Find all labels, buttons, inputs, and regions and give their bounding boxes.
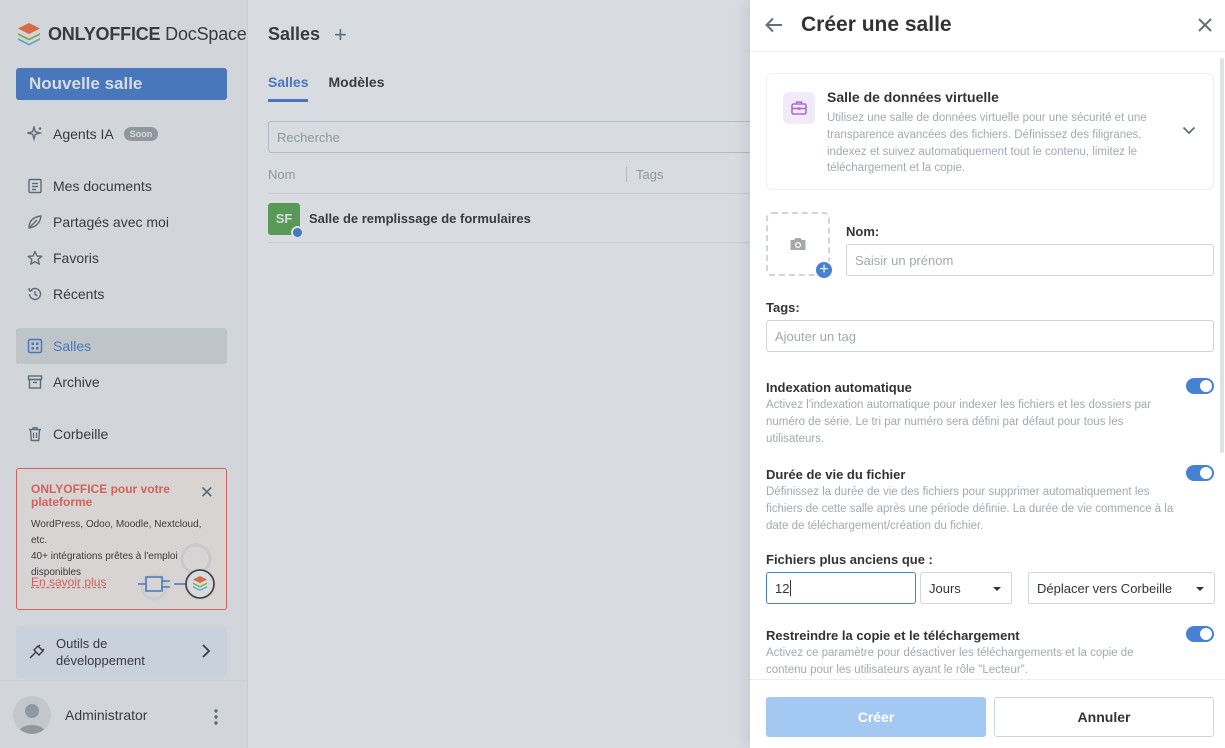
caret-down-icon [993, 587, 1001, 591]
room-type-selector[interactable]: Salle de données virtuelle Utilisez une … [766, 73, 1214, 190]
name-label: Nom: [846, 224, 880, 239]
panel-header: Créer une salle [750, 0, 1225, 52]
room-name-input[interactable]: Saisir un prénom [846, 244, 1214, 276]
room-type-title: Salle de données virtuelle [827, 89, 999, 105]
close-icon[interactable] [1197, 17, 1213, 33]
restrict-copy-description: Activez ce paramètre pour désactiver les… [766, 647, 1134, 676]
lifetime-value-input[interactable]: 12 [766, 572, 916, 604]
arrow-left-icon[interactable] [764, 15, 784, 35]
scrollbar[interactable] [1220, 58, 1224, 453]
panel-footer: Créer Annuler [750, 679, 1225, 748]
room-type-description: Utilisez une salle de données virtuelle … [827, 112, 1147, 175]
auto-index-title: Indexation automatique [766, 380, 912, 395]
camera-icon [790, 238, 806, 250]
auto-index-toggle[interactable] [1186, 378, 1214, 394]
add-logo-icon[interactable]: + [814, 260, 834, 280]
file-lifetime-title: Durée de vie du fichier [766, 467, 906, 482]
tags-label: Tags: [766, 300, 800, 315]
caret-down-icon [1196, 587, 1204, 591]
lifetime-value: 12 [775, 580, 790, 596]
tags-input[interactable]: Ajouter un tag [766, 320, 1214, 352]
lifetime-action-select[interactable]: Déplacer vers Corbeille [1028, 572, 1215, 604]
lifetime-unit-select[interactable]: Jours [920, 572, 1012, 604]
virtual-data-room-icon [783, 92, 815, 124]
cancel-button[interactable]: Annuler [994, 697, 1214, 737]
lifetime-unit-value: Jours [929, 580, 961, 596]
auto-index-description: Activez l'indexation automatique pour in… [766, 399, 1152, 445]
older-than-label: Fichiers plus anciens que : [766, 552, 933, 567]
text-caret [790, 580, 792, 596]
create-button[interactable]: Créer [766, 697, 986, 737]
restrict-copy-toggle[interactable] [1186, 626, 1214, 642]
restrict-copy-title: Restreindre la copie et le téléchargemen… [766, 628, 1020, 643]
panel-title: Créer une salle [801, 13, 952, 36]
file-lifetime-toggle[interactable] [1186, 465, 1214, 481]
create-room-panel: Créer une salle Salle de données virtuel… [750, 0, 1225, 748]
file-lifetime-description: Définissez la durée de vie des fichiers … [766, 486, 1174, 532]
chevron-down-icon[interactable] [1182, 126, 1196, 135]
lifetime-action-value: Déplacer vers Corbeille [1037, 580, 1173, 596]
